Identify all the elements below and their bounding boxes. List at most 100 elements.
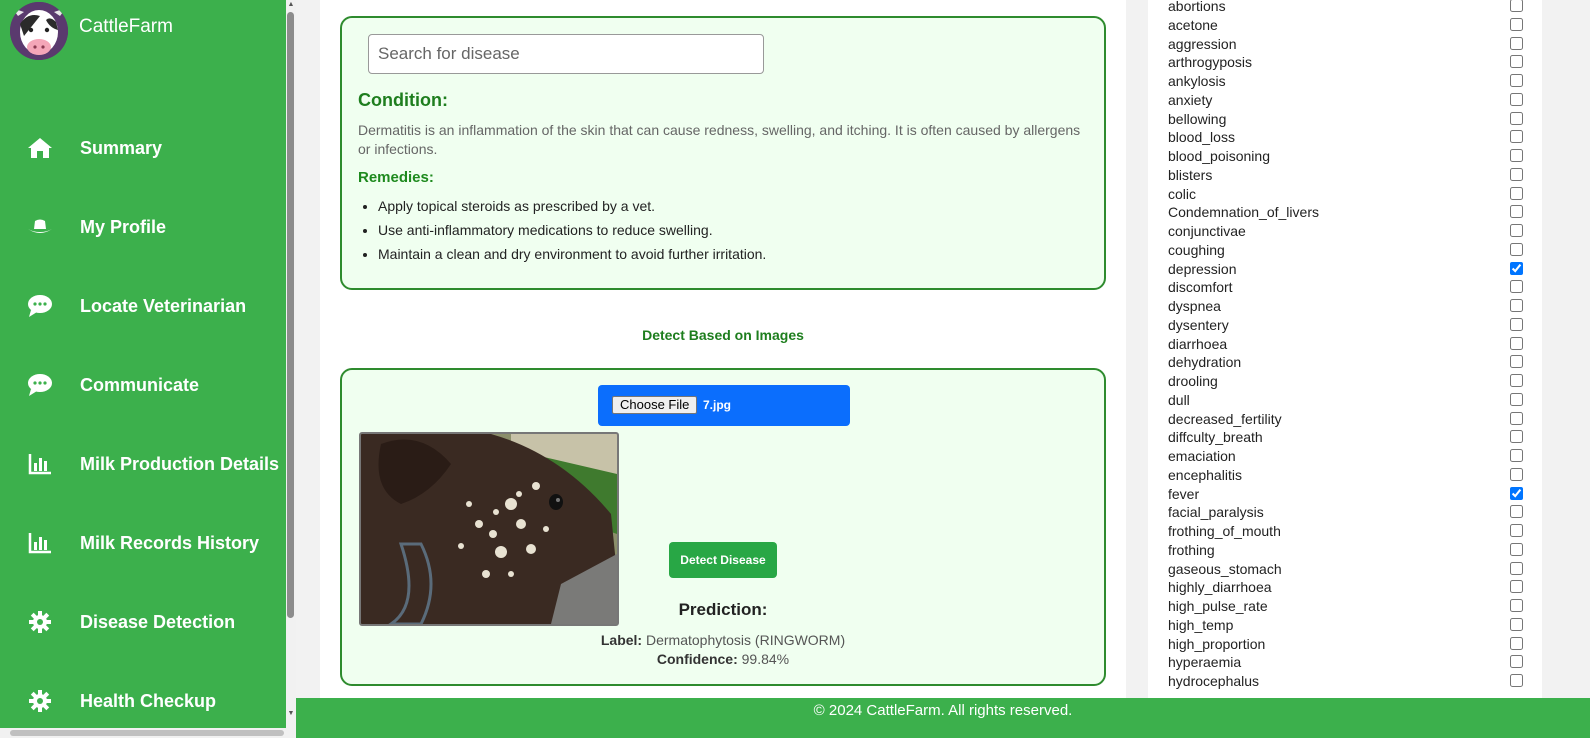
uploaded-image-preview (359, 432, 619, 626)
symptom-checkbox[interactable] (1510, 224, 1523, 237)
scrollbar-thumb[interactable] (10, 730, 284, 736)
symptom-checkbox[interactable] (1510, 92, 1523, 106)
symptom-checkbox[interactable] (1510, 55, 1523, 69)
symptom-checkbox[interactable] (1510, 411, 1523, 425)
gear-icon (27, 688, 53, 714)
scroll-up-arrow-icon[interactable]: ▲ (287, 1, 295, 9)
brand-name: CattleFarm (79, 16, 173, 37)
sidebar-item-disease-detection[interactable]: Disease Detection (0, 592, 290, 652)
sidebar-vertical-scrollbar[interactable]: ▲ ▼ (286, 0, 296, 730)
symptom-checkbox[interactable] (1510, 280, 1523, 294)
symptom-checkbox[interactable] (1510, 130, 1523, 144)
symptom-label: colic (1168, 185, 1197, 202)
search-input[interactable] (368, 34, 764, 74)
sidebar-item-communicate[interactable]: Communicate (0, 355, 290, 415)
symptom-checkbox[interactable] (1510, 655, 1523, 669)
symptom-label: depression (1168, 260, 1237, 277)
symptom-row: highly_diarrhoea (1168, 579, 1528, 598)
remedy-item: Use anti-inflammatory medications to red… (378, 220, 1078, 244)
symptom-row: aggression (1168, 36, 1528, 55)
scrollbar-thumb[interactable] (287, 12, 294, 618)
symptom-row: conjunctivae (1168, 223, 1528, 242)
symptom-checkbox[interactable] (1510, 336, 1523, 350)
symptom-row: blisters (1168, 167, 1528, 186)
symptom-row: abortions (1168, 0, 1528, 17)
symptom-checkbox[interactable] (1510, 449, 1523, 462)
symptom-checkbox[interactable] (1510, 505, 1523, 519)
symptom-checkbox[interactable] (1510, 355, 1523, 369)
symptom-checkbox[interactable] (1510, 599, 1523, 612)
sidebar-item-my-profile[interactable]: My Profile (0, 197, 290, 257)
symptom-row: arthrogyposis (1168, 54, 1528, 73)
remedy-item: Apply topical steroids as prescribed by … (378, 196, 1078, 220)
sidebar-item-label: My Profile (80, 216, 167, 237)
symptom-row: frothing_of_mouth (1168, 523, 1528, 542)
symptom-checkbox[interactable] (1510, 392, 1523, 406)
symptom-label: anxiety (1168, 91, 1213, 108)
symptom-label: abortions (1168, 0, 1226, 14)
chat-icon (27, 293, 53, 319)
prediction-confidence-key: Confidence: (656, 651, 738, 667)
symptom-checkbox[interactable] (1510, 149, 1523, 162)
symptom-checkbox[interactable] (1510, 617, 1523, 631)
scroll-down-arrow-icon[interactable]: ▼ (287, 710, 295, 718)
symptom-checkbox[interactable] (1510, 636, 1523, 650)
symptom-checkbox[interactable] (1510, 580, 1523, 594)
symptom-checkbox[interactable] (1510, 0, 1523, 12)
detect-disease-button[interactable]: Detect Disease (669, 542, 777, 578)
symptom-label: hydrocephalus (1168, 673, 1260, 689)
symptom-label: gaseous_stomach (1168, 560, 1282, 577)
symptom-checkbox[interactable] (1510, 17, 1523, 31)
image-detection-heading: Detect Based on Images (642, 327, 804, 343)
symptom-checkbox[interactable] (1510, 111, 1523, 125)
symptom-label: decreased_fertility (1168, 410, 1282, 427)
brand[interactable]: CattleFarm (10, 2, 173, 60)
main-content: Condition: Dermatitis is an inflammation… (320, 0, 1126, 698)
symptom-checkbox[interactable] (1510, 261, 1523, 275)
symptom-checkbox[interactable] (1510, 486, 1523, 500)
symptom-checkbox[interactable] (1510, 167, 1523, 181)
symptom-label: dehydration (1168, 354, 1242, 371)
symptom-row: blood_loss (1168, 129, 1528, 148)
sidebar-item-milk-production-details[interactable]: Milk Production Details (0, 434, 290, 494)
symptom-checkbox[interactable] (1510, 74, 1523, 87)
symptom-label: drooling (1168, 373, 1218, 389)
symptom-label: blisters (1168, 166, 1213, 183)
symptom-checkbox[interactable] (1510, 561, 1523, 575)
sidebar-item-milk-records-history[interactable]: Milk Records History (0, 513, 290, 573)
symptom-checkbox[interactable] (1510, 674, 1523, 687)
symptom-row: blood_poisoning (1168, 148, 1528, 167)
symptom-label: coughing (1168, 241, 1225, 258)
sidebar-item-label: Milk Records History (80, 532, 260, 553)
symptom-checkbox[interactable] (1510, 36, 1523, 50)
home-icon (27, 135, 53, 161)
symptom-label: aggression (1168, 35, 1237, 52)
symptom-checkbox[interactable] (1510, 467, 1523, 481)
symptom-row: high_proportion (1168, 636, 1528, 655)
symptom-checkbox[interactable] (1510, 186, 1523, 200)
symptom-label: emaciation (1168, 448, 1236, 464)
symptom-label: diarrhoea (1168, 335, 1228, 352)
sidebar-horizontal-scrollbar[interactable] (0, 728, 296, 738)
symptom-row: hyperaemia (1168, 654, 1528, 673)
bar-chart-icon (27, 530, 53, 556)
sidebar-item-label: Summary (80, 137, 163, 158)
sidebar-item-summary[interactable]: Summary (0, 118, 290, 178)
choose-file-button[interactable]: Choose File (612, 396, 698, 414)
symptom-label: dysentery (1168, 316, 1229, 333)
sidebar-item-locate-veterinarian[interactable]: Locate Veterinarian (0, 276, 290, 336)
symptom-checkbox[interactable] (1510, 430, 1523, 444)
symptom-checkbox[interactable] (1510, 242, 1523, 256)
symptom-checkbox[interactable] (1510, 299, 1523, 312)
symptom-checkbox[interactable] (1510, 317, 1523, 331)
symptom-checkbox[interactable] (1510, 205, 1523, 219)
symptom-checkbox[interactable] (1510, 374, 1523, 387)
sidebar-item-health-checkup[interactable]: Health Checkup (0, 671, 290, 730)
symptom-label: frothing (1168, 541, 1215, 558)
symptom-checkbox[interactable] (1510, 524, 1523, 537)
file-upload-field[interactable]: Choose File 7.jpg (598, 385, 850, 426)
symptom-checkbox[interactable] (1510, 542, 1523, 556)
prediction-confidence-value: 99.84% (741, 651, 790, 667)
image-detection-card: Choose File 7.jpg Detect Disease Predict… (340, 368, 1106, 686)
symptom-label: encephalitis (1168, 466, 1242, 483)
